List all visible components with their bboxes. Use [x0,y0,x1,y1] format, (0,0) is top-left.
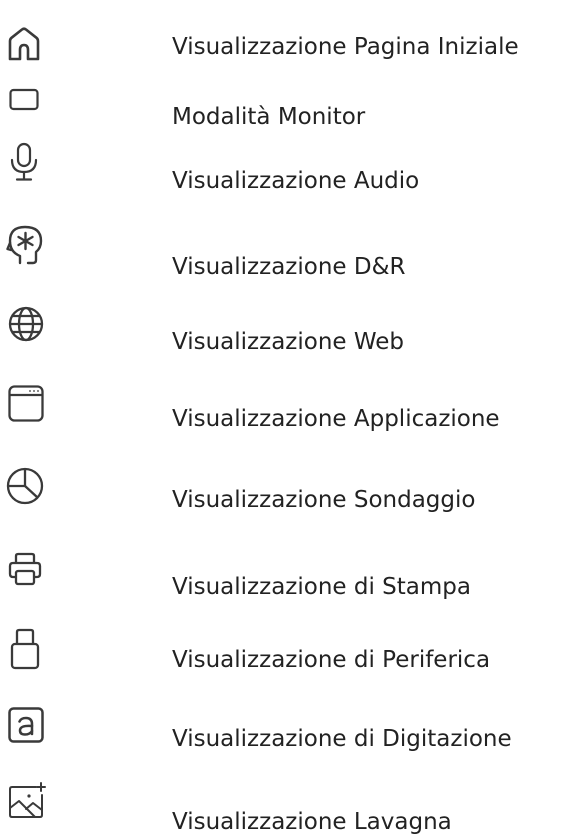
item-label: Visualizzazione di Stampa [172,574,471,600]
list-item-web-view: Visualizzazione Web [0,306,575,356]
list-item-device-view: Visualizzazione di Periferica [0,628,575,678]
list-item-typing-view: Visualizzazione di Digitazione [0,707,575,757]
keyboard-letter-a-icon [8,707,44,743]
item-label: Visualizzazione Applicazione [172,406,500,432]
item-label: Visualizzazione di Periferica [172,647,491,673]
whiteboard-image-icon [8,782,48,820]
item-label: Visualizzazione D&R [172,254,406,280]
view-modes-legend: { "icon_color": "#3a3a3a", "items": [ { … [0,0,575,836]
item-label: Visualizzazione Pagina Iniziale [172,34,519,60]
printer-icon [8,552,42,586]
pie-chart-icon [6,467,44,505]
list-item-audio-view: Visualizzazione Audio [0,142,575,198]
list-item-poll-view: Visualizzazione Sondaggio [0,467,575,517]
microphone-icon [8,142,40,182]
list-item-monitor-mode: Modalità Monitor [0,88,575,130]
home-icon [6,26,42,62]
list-item-qa-view: Visualizzazione D&R [0,222,575,280]
monitor-icon [9,88,39,112]
head-asterisk-icon [6,222,46,266]
usb-drive-icon [10,628,40,670]
item-label: Visualizzazione Web [172,329,405,355]
item-label: Visualizzazione Lavagna [172,809,452,835]
application-window-icon [8,385,44,423]
globe-icon [8,306,44,342]
item-label: Visualizzazione Sondaggio [172,487,476,513]
item-label: Visualizzazione di Digitazione [172,726,512,752]
item-label: Visualizzazione Audio [172,168,420,194]
list-item-home-view: Visualizzazione Pagina Iniziale [0,22,575,72]
list-item-print-view: Visualizzazione di Stampa [0,552,575,602]
item-label: Modalità Monitor [172,104,366,130]
list-item-application-view: Visualizzazione Applicazione [0,385,575,435]
list-item-whiteboard-view: Visualizzazione Lavagna [0,782,575,836]
